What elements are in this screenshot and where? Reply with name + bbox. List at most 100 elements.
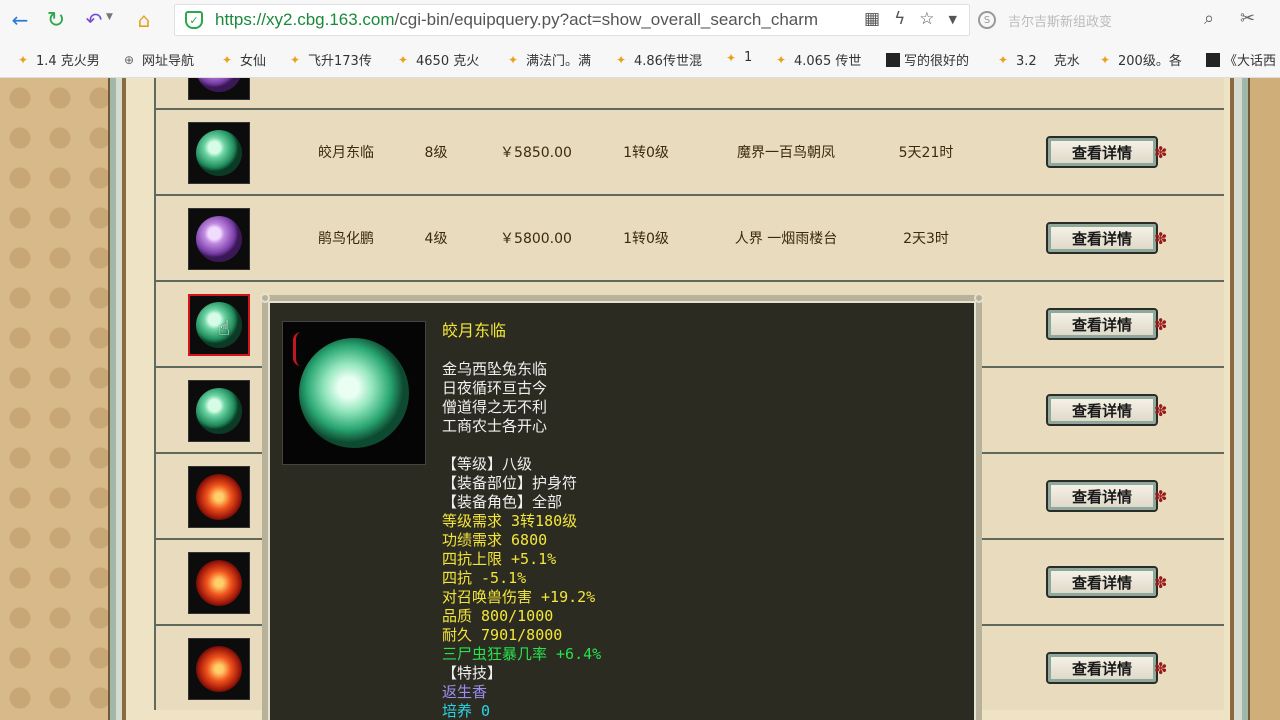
item-thumbnail[interactable] bbox=[188, 638, 250, 700]
ribbon-icon: ✽ bbox=[1154, 315, 1168, 334]
search-engine-icon: S bbox=[978, 11, 996, 29]
view-details-button[interactable]: 查看详情 bbox=[1046, 652, 1158, 684]
item-role: 【装备角色】全部 bbox=[442, 493, 563, 511]
price-cell bbox=[476, 78, 596, 110]
view-details-button[interactable]: 查看详情 bbox=[1046, 308, 1158, 340]
red-charm-icon bbox=[196, 560, 242, 606]
red-charm-icon bbox=[196, 646, 242, 692]
bookmark-label: 写的很好的 bbox=[904, 54, 970, 69]
chevron-down-icon[interactable]: ▼ bbox=[106, 12, 113, 22]
poem-line: 日夜循环亘古今 bbox=[442, 379, 548, 397]
ribbon-icon: ✽ bbox=[1154, 487, 1168, 506]
bookmark-label: 飞升173传 bbox=[308, 54, 372, 69]
bookmark-item[interactable]: 写的很好的 bbox=[886, 50, 969, 69]
address-bar[interactable]: ✓ https://xy2.cbg.163.com/cgi-bin/equipq… bbox=[174, 4, 970, 36]
thumbnail-icon bbox=[886, 52, 900, 67]
shield-check-icon: ✓ bbox=[185, 11, 203, 29]
bookmark-item[interactable]: ✦ 女仙 bbox=[222, 50, 266, 70]
url-text[interactable]: https://xy2.cbg.163.com/cgi-bin/equipque… bbox=[215, 10, 835, 30]
bookmark-label: 《大话西 bbox=[1224, 54, 1277, 69]
table-row: 鹃鸟化鹏 4级 ￥5800.00 1转0级 人界 一烟雨楼台 2天3时 查看详情 ✽ bbox=[154, 194, 1224, 280]
bookmarks-bar: ✦ 1.4 克火男 ⊕ 网址导航 ✦ 女仙 ✦ 飞升173传 ✦ 4650 克火 ✦ 满法门… bbox=[0, 40, 1280, 78]
search-box[interactable]: S 吉尔吉斯新组政变 bbox=[974, 4, 1234, 36]
bookmark-item[interactable]: ✦ 飞升173传 bbox=[290, 50, 372, 70]
star-coin-icon: ✦ bbox=[998, 52, 1009, 67]
star-coin-icon: ✦ bbox=[616, 52, 627, 67]
special-stat: 三尸虫狂暴几率 +6.4% bbox=[442, 645, 602, 663]
bookmark-item[interactable]: ✦ 4650 克火 bbox=[398, 50, 480, 70]
item-thumbnail[interactable] bbox=[188, 122, 250, 184]
time-left-cell: 5天21时 bbox=[898, 145, 954, 161]
item-thumbnail[interactable] bbox=[188, 380, 250, 442]
undo-icon[interactable]: ↶ bbox=[80, 6, 108, 34]
qr-code-icon[interactable]: ▦ bbox=[864, 9, 880, 31]
bookmark-item[interactable]: 《大话西 bbox=[1206, 50, 1276, 69]
quality: 品质 800/1000 bbox=[442, 607, 554, 625]
search-icon[interactable]: ⌕ bbox=[1204, 8, 1214, 29]
stat-line: 四抗上限 +5.1% bbox=[442, 550, 557, 568]
view-details-button[interactable]: 查看详情 bbox=[1046, 222, 1158, 254]
bookmark-label: 1.4 克火男 bbox=[36, 54, 100, 69]
bookmark-item[interactable]: ✦ 3.2 克水 bbox=[998, 50, 1080, 70]
star-coin-icon: ✦ bbox=[18, 52, 29, 67]
price-cell: ￥5800.00 bbox=[500, 231, 572, 247]
bookmark-item[interactable]: ⊕ 网址导航 bbox=[124, 50, 194, 70]
view-details-button[interactable]: 查看详情 bbox=[1046, 136, 1158, 168]
bookmark-label: 3.2 克水 bbox=[1016, 54, 1080, 69]
bookmark-label: 4650 克火 bbox=[416, 54, 480, 69]
poem-line: 工商农士各开心 bbox=[442, 417, 548, 435]
level-requirement: 等级需求 3转180级 bbox=[442, 512, 578, 530]
bookmark-item[interactable]: ✦ 1.4 克火男 bbox=[18, 50, 100, 70]
search-input[interactable]: 吉尔吉斯新组政变 bbox=[1008, 11, 1112, 30]
star-coin-icon: ✦ bbox=[222, 52, 233, 67]
star-icon[interactable]: ☆ bbox=[919, 9, 934, 31]
item-name-cell bbox=[286, 78, 406, 110]
jade-charm-icon bbox=[299, 338, 409, 448]
lightning-icon[interactable]: ϟ bbox=[894, 9, 905, 31]
table-row: 皎月东临 8级 ￥5850.00 1转0级 魔界一百鸟朝凤 5天21时 查看详情 ✽ bbox=[154, 108, 1224, 194]
item-thumbnail[interactable] bbox=[188, 466, 250, 528]
rebirth-cell: 1转0级 bbox=[623, 231, 669, 247]
time-left-cell bbox=[866, 78, 986, 110]
item-thumbnail[interactable] bbox=[188, 78, 250, 100]
ribbon-icon: ✽ bbox=[1154, 659, 1168, 678]
url-prefix: https:// bbox=[215, 10, 267, 29]
home-icon[interactable]: ⌂ bbox=[130, 6, 158, 34]
view-details-button[interactable]: 查看详情 bbox=[1046, 394, 1158, 426]
bookmark-item[interactable]: ✦ 满法门。满 bbox=[508, 50, 591, 70]
scissors-icon[interactable]: ✂ bbox=[1240, 8, 1255, 29]
ribbon-icon: ✽ bbox=[1154, 229, 1168, 248]
tassel-icon bbox=[293, 332, 315, 366]
corner-ornament bbox=[974, 293, 984, 303]
server-cell bbox=[716, 78, 856, 110]
item-thumbnail[interactable] bbox=[188, 552, 250, 614]
back-arrow-icon[interactable]: ← bbox=[6, 6, 34, 34]
star-coin-icon: ✦ bbox=[726, 50, 737, 65]
ribbon-icon: ✽ bbox=[1154, 143, 1168, 162]
jade-charm-icon bbox=[196, 130, 242, 176]
item-name-cell: 鹃鸟化鹏 bbox=[318, 231, 374, 247]
poem-line: 金乌西坠兔东临 bbox=[442, 360, 548, 378]
bookmark-item[interactable]: ✦ 4.86传世混 bbox=[616, 50, 702, 70]
bookmark-item[interactable]: ✦ 1 bbox=[726, 50, 752, 65]
star-coin-icon: ✦ bbox=[508, 52, 519, 67]
ribbon-icon: ✽ bbox=[1154, 573, 1168, 592]
background-pattern bbox=[1256, 78, 1280, 720]
purple-charm-icon bbox=[196, 78, 242, 92]
bookmark-label: 200级。各 bbox=[1118, 54, 1182, 69]
time-left-cell: 2天3时 bbox=[903, 231, 949, 247]
table-row bbox=[154, 78, 1224, 110]
refresh-icon[interactable]: ↻ bbox=[42, 6, 70, 34]
view-details-button[interactable]: 查看详情 bbox=[1046, 480, 1158, 512]
item-thumbnail[interactable] bbox=[188, 208, 250, 270]
bookmark-item[interactable]: ✦ 4.065 传世 bbox=[776, 50, 861, 70]
bookmark-item[interactable]: ✦ 200级。各 bbox=[1100, 50, 1182, 70]
item-name: 皎月东临 bbox=[442, 321, 507, 340]
browser-toolbar: ← ↻ ↶ ▼ ⌂ ✓ https://xy2.cbg.163.com/cgi-… bbox=[0, 0, 1280, 40]
chevron-down-icon[interactable]: ▼ bbox=[949, 9, 957, 31]
star-coin-icon: ✦ bbox=[1100, 52, 1111, 67]
view-details-button[interactable]: 查看详情 bbox=[1046, 566, 1158, 598]
thumbnail-icon bbox=[1206, 52, 1220, 67]
purple-charm-icon bbox=[196, 216, 242, 262]
level-cell: 8级 bbox=[424, 145, 448, 161]
